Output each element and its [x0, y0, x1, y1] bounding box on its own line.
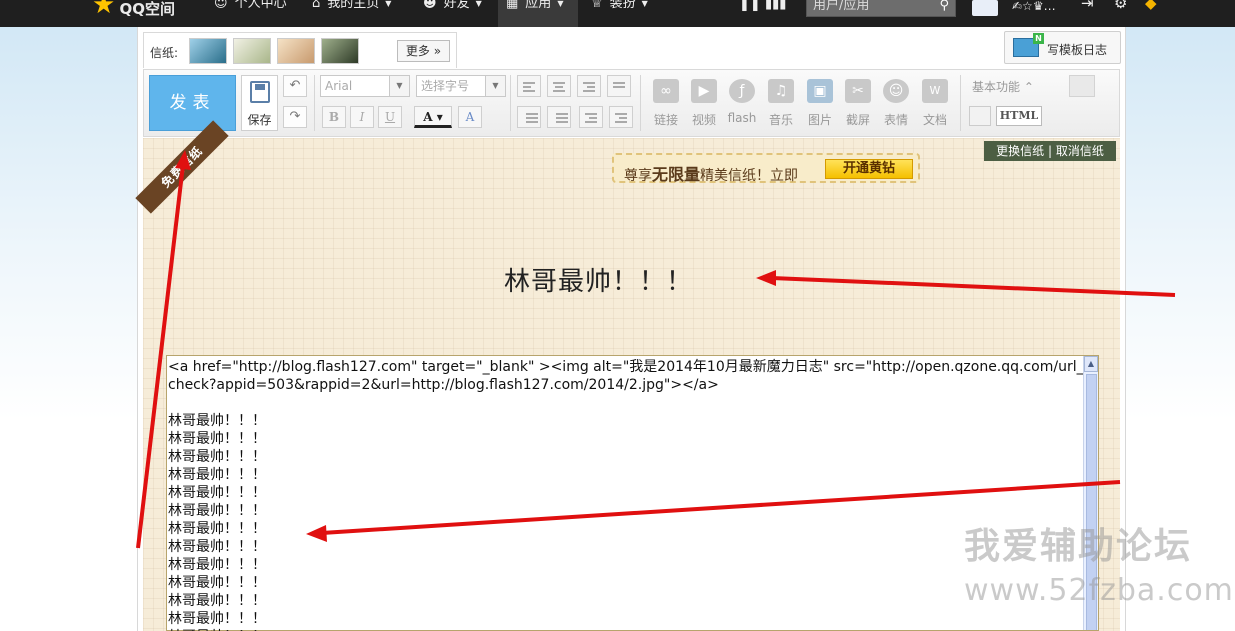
arrow-to-ribbon	[136, 164, 185, 549]
site-watermark: 我爱辅助论坛 www.52fzba.com	[964, 517, 1234, 608]
watermark-title: 我爱辅助论坛	[964, 526, 1193, 567]
arrowhead-ribbon	[175, 150, 191, 170]
arrow-to-headline	[771, 276, 1176, 297]
arrowhead-source	[306, 525, 327, 542]
arrowhead-headline	[756, 270, 776, 286]
watermark-url: www.52fzba.com	[964, 573, 1234, 608]
